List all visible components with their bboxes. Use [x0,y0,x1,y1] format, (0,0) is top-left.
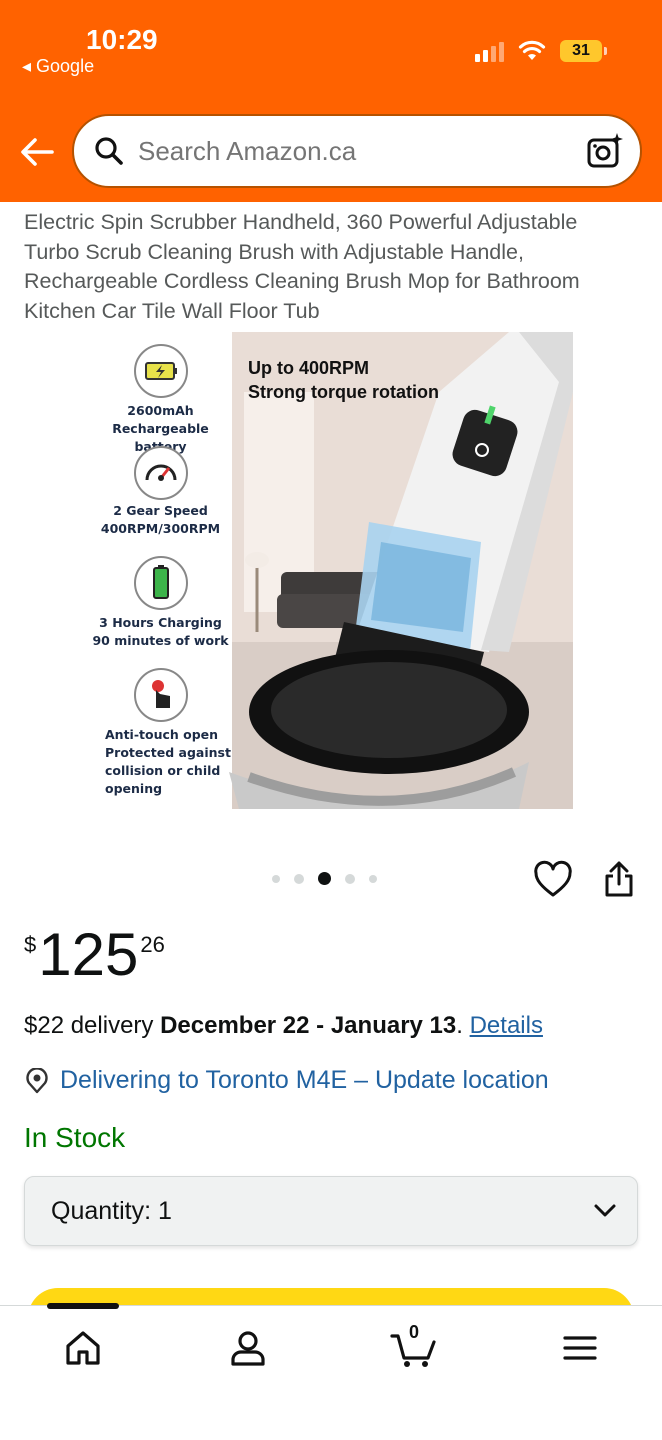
search-bar[interactable] [72,114,642,188]
feature-charging-line1: 3 Hours Charging [99,615,222,630]
wifi-icon [518,40,546,60]
delivery-info: $22 delivery December 22 - January 13. D… [24,1012,543,1040]
delivery-prefix: $22 delivery [24,1012,161,1039]
price: $ 125 26 [24,922,165,988]
delivery-dates: December 22 - January 13 [160,1012,457,1039]
back-to-google-link[interactable]: ◂ Google [22,56,94,77]
location-pin-icon [26,1067,48,1093]
account-icon[interactable] [228,1328,268,1368]
share-icon[interactable] [603,860,635,898]
feature-speed-line2: 400RPM/300RPM [100,521,221,536]
feature-antitouch-line1: Anti-touch open [105,727,219,742]
menu-icon[interactable] [560,1328,600,1368]
search-input[interactable] [138,135,558,167]
bottom-navigation: 0 [0,1303,662,1440]
feature-antitouch-line3: collision or child [105,763,221,778]
stock-status: In Stock [24,1122,126,1153]
delivery-location-link[interactable]: Delivering to Toronto M4E – Update locat… [60,1066,549,1095]
back-arrow-icon[interactable] [18,134,58,170]
product-image[interactable]: Up to 400RPM Strong torque rotation 2600… [89,332,573,809]
price-whole: 125 [38,921,139,988]
details-link[interactable]: Details [470,1012,543,1039]
search-icon [95,137,123,165]
battery-icon: 31 [560,40,607,62]
delivery-suffix: . [456,1012,470,1039]
touch-icon [134,668,188,722]
price-fraction: 26 [140,932,165,957]
header-bar: 10:29 ◂ Google 31 [0,0,662,202]
feature-antitouch-line2: Protected against [105,745,231,760]
feature-charging-line2: 90 minutes of work [92,633,229,648]
cart-count: 0 [409,1322,420,1342]
quantity-select[interactable]: Quantity: 1 [24,1176,638,1246]
home-icon[interactable] [63,1328,103,1368]
feature-battery-line1: 2600mAh [127,403,194,418]
quantity-label: Quantity: 1 [51,1196,172,1225]
cellular-signal-icon [475,40,504,62]
carousel-dot[interactable] [294,873,304,884]
image-carousel-dots[interactable] [272,872,377,885]
feature-speed-line1: 2 Gear Speed [113,503,208,518]
chevron-down-icon [594,1204,616,1217]
carousel-dot[interactable] [369,874,377,883]
feature-antitouch: Anti-touch open Protected against collis… [105,726,232,798]
camera-search-icon[interactable] [586,132,624,170]
feature-antitouch-line4: opening [105,781,163,796]
product-title: Electric Spin Scrubber Handheld, 360 Pow… [24,210,580,323]
price-currency: $ [24,932,37,957]
speedometer-icon [134,446,188,500]
battery-icon [134,344,188,398]
image-headline-1: Up to 400RPM [248,358,370,378]
carousel-dot-active[interactable] [318,872,331,885]
image-headline: Up to 400RPM Strong torque rotation [248,356,439,404]
status-icons: 31 [475,40,607,62]
charging-icon [134,556,188,610]
heart-icon[interactable] [533,860,573,900]
status-time: 10:29 [86,24,158,55]
carousel-dot[interactable] [345,873,355,884]
delivery-location[interactable]: Delivering to Toronto M4E – Update locat… [24,1066,549,1095]
image-headline-2: Strong torque rotation [248,382,439,402]
active-tab-indicator [47,1303,119,1309]
feature-charging: 3 Hours Charging 90 minutes of work [89,614,232,650]
feature-speed: 2 Gear Speed 400RPM/300RPM [89,502,232,538]
carousel-dot[interactable] [272,874,280,883]
